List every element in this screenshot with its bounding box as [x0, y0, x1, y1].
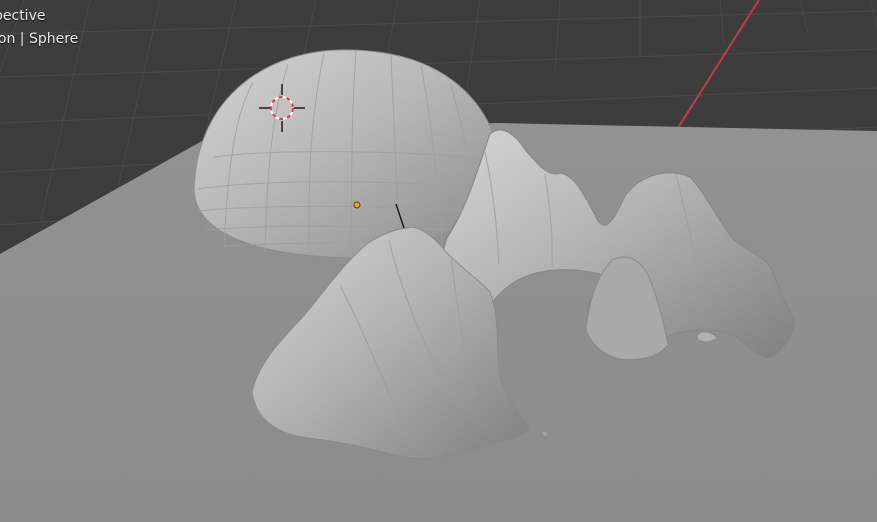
- scene-canvas[interactable]: [0, 0, 877, 522]
- 3d-viewport[interactable]: pective ion | Sphere: [0, 0, 877, 522]
- object-origin-dot[interactable]: [353, 201, 361, 209]
